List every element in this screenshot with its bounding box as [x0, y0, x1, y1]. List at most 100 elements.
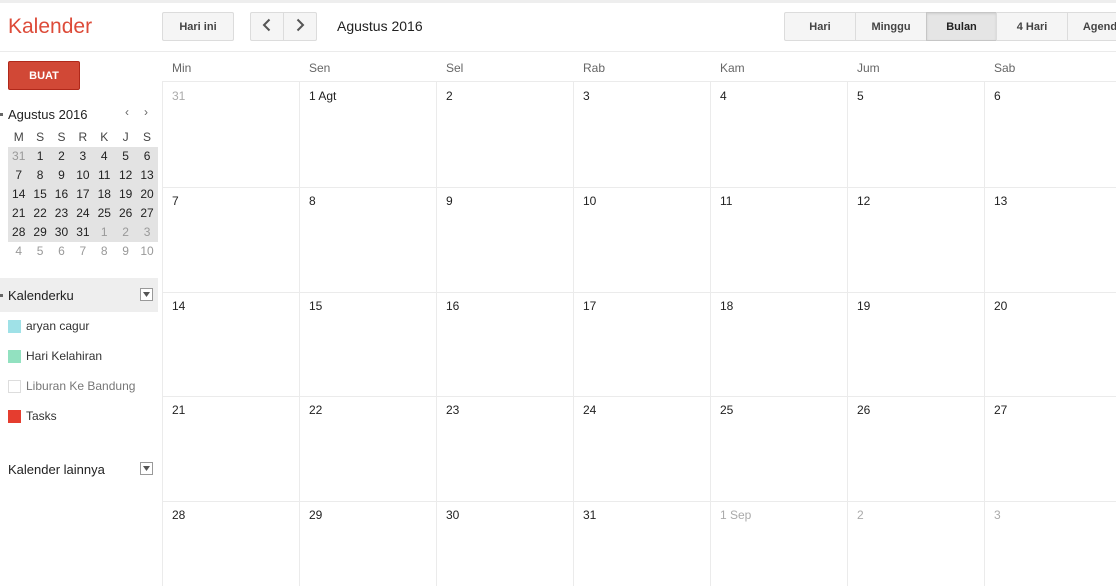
day-number[interactable]: 2: [446, 89, 453, 103]
day-number[interactable]: 31: [172, 89, 185, 103]
mini-day[interactable]: 6: [51, 242, 72, 261]
mini-day[interactable]: 26: [115, 204, 136, 223]
day-cell[interactable]: 30: [437, 502, 573, 586]
mini-day[interactable]: 18: [94, 185, 115, 204]
day-cell[interactable]: 28: [163, 502, 299, 586]
calendar-color-swatch[interactable]: [8, 319, 21, 333]
mini-day[interactable]: 16: [51, 185, 72, 204]
day-cell[interactable]: 22: [300, 397, 436, 501]
day-number[interactable]: 2: [857, 508, 864, 522]
day-number[interactable]: 13: [994, 194, 1007, 208]
day-number[interactable]: 17: [583, 299, 596, 313]
mini-day[interactable]: 4: [94, 147, 115, 166]
mini-day[interactable]: 23: [51, 204, 72, 223]
mini-prev-button[interactable]: ‹: [125, 105, 129, 119]
day-cell[interactable]: 11: [711, 188, 847, 292]
day-number[interactable]: 27: [994, 403, 1007, 417]
day-number[interactable]: 4: [720, 89, 727, 103]
create-event-button[interactable]: BUAT: [8, 61, 80, 90]
mini-day[interactable]: 2: [115, 223, 136, 242]
day-number[interactable]: 10: [583, 194, 596, 208]
day-cell[interactable]: 24: [574, 397, 710, 501]
mini-day[interactable]: 10: [136, 242, 157, 261]
day-number[interactable]: 12: [857, 194, 870, 208]
day-cell[interactable]: 14: [163, 293, 299, 396]
mini-day[interactable]: 28: [8, 223, 29, 242]
day-cell[interactable]: 25: [711, 397, 847, 501]
mini-day[interactable]: 29: [29, 223, 50, 242]
day-cell[interactable]: 19: [848, 293, 984, 396]
day-cell[interactable]: 2: [437, 83, 573, 187]
mini-day[interactable]: 1: [29, 147, 50, 166]
mini-day[interactable]: 9: [115, 242, 136, 261]
calendar-item[interactable]: Tasks: [8, 408, 57, 424]
mini-day[interactable]: 5: [115, 147, 136, 166]
day-number[interactable]: 18: [720, 299, 733, 313]
day-number[interactable]: 23: [446, 403, 459, 417]
day-number[interactable]: 8: [309, 194, 316, 208]
view-day-button[interactable]: Hari: [784, 12, 856, 41]
mini-day[interactable]: 3: [136, 223, 157, 242]
day-cell[interactable]: 31: [574, 502, 710, 586]
day-cell[interactable]: 3: [574, 83, 710, 187]
mini-day[interactable]: 10: [72, 166, 93, 185]
day-number[interactable]: 3: [994, 508, 1001, 522]
calendar-item[interactable]: Liburan Ke Bandung: [8, 378, 135, 394]
day-cell[interactable]: 5: [848, 83, 984, 187]
other-calendars-dropdown[interactable]: [140, 462, 153, 475]
day-cell[interactable]: 6: [985, 83, 1116, 187]
mini-day[interactable]: 22: [29, 204, 50, 223]
mini-day[interactable]: 9: [51, 166, 72, 185]
view-month-button[interactable]: Bulan: [926, 12, 997, 41]
day-number[interactable]: 7: [172, 194, 179, 208]
day-cell[interactable]: 23: [437, 397, 573, 501]
day-cell[interactable]: 1 Agt: [300, 83, 436, 187]
day-number[interactable]: 28: [172, 508, 185, 522]
mini-day[interactable]: 11: [94, 166, 115, 185]
calendar-color-swatch[interactable]: [8, 379, 21, 393]
mini-day[interactable]: 4: [8, 242, 29, 261]
my-calendars-dropdown[interactable]: [140, 288, 153, 301]
calendar-color-swatch[interactable]: [8, 409, 21, 423]
mini-day[interactable]: 25: [94, 204, 115, 223]
day-cell[interactable]: 15: [300, 293, 436, 396]
day-number[interactable]: 20: [994, 299, 1007, 313]
mini-day[interactable]: 24: [72, 204, 93, 223]
day-cell[interactable]: 20: [985, 293, 1116, 396]
mini-day[interactable]: 15: [29, 185, 50, 204]
day-cell[interactable]: 1 Sep: [711, 502, 847, 586]
day-cell[interactable]: 13: [985, 188, 1116, 292]
day-cell[interactable]: 2: [848, 502, 984, 586]
day-number[interactable]: 11: [720, 194, 732, 208]
calendar-color-swatch[interactable]: [8, 349, 21, 363]
day-number[interactable]: 21: [172, 403, 185, 417]
day-number[interactable]: 9: [446, 194, 453, 208]
mini-day[interactable]: 19: [115, 185, 136, 204]
mini-next-button[interactable]: ›: [144, 105, 148, 119]
mini-day[interactable]: 5: [29, 242, 50, 261]
view-week-button[interactable]: Minggu: [855, 12, 927, 41]
mini-day[interactable]: 17: [72, 185, 93, 204]
day-number[interactable]: 6: [994, 89, 1001, 103]
mini-day[interactable]: 2: [51, 147, 72, 166]
mini-day[interactable]: 21: [8, 204, 29, 223]
day-number[interactable]: 26: [857, 403, 870, 417]
day-number[interactable]: 24: [583, 403, 596, 417]
day-number[interactable]: 25: [720, 403, 733, 417]
mini-day[interactable]: 31: [72, 223, 93, 242]
day-cell[interactable]: 29: [300, 502, 436, 586]
next-period-button[interactable]: [283, 12, 317, 41]
day-cell[interactable]: 9: [437, 188, 573, 292]
day-cell[interactable]: 16: [437, 293, 573, 396]
mini-day[interactable]: 3: [72, 147, 93, 166]
day-cell[interactable]: 31: [163, 83, 299, 187]
mini-day[interactable]: 27: [136, 204, 157, 223]
day-cell[interactable]: 10: [574, 188, 710, 292]
day-cell[interactable]: 21: [163, 397, 299, 501]
view-4day-button[interactable]: 4 Hari: [996, 12, 1068, 41]
day-number[interactable]: 1 Agt: [309, 89, 336, 103]
day-number[interactable]: 30: [446, 508, 459, 522]
mini-day[interactable]: 12: [115, 166, 136, 185]
mini-day[interactable]: 14: [8, 185, 29, 204]
mini-day[interactable]: 8: [94, 242, 115, 261]
